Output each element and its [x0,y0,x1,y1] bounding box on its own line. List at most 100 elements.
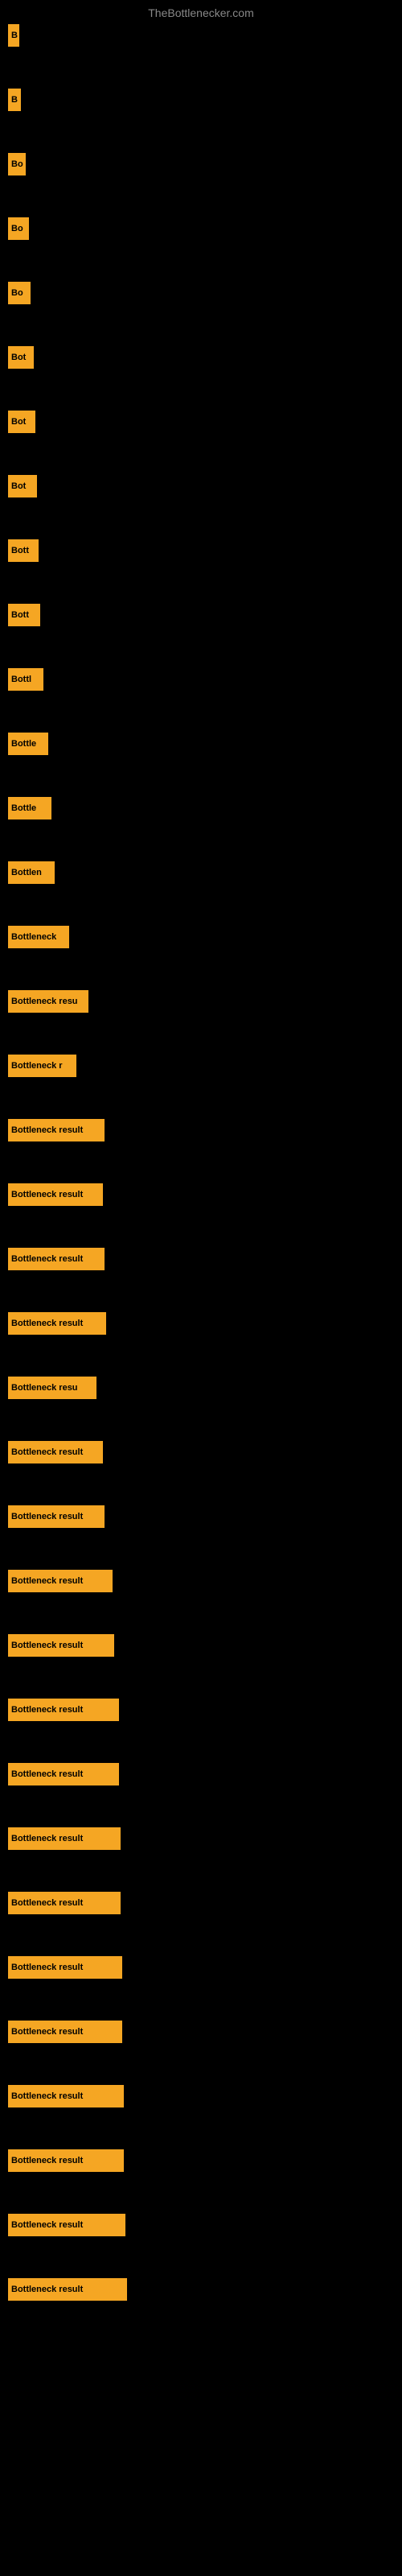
bar-row: B [8,89,394,111]
bar-label: Bottleneck result [11,2091,83,2101]
bar-row: Bottleneck result [8,1827,394,1850]
bar-label: Bottleneck result [11,1512,83,1521]
bar-label: Bottleneck [11,932,56,942]
bar-label: Bottleneck result [11,1963,83,1972]
bar-label: Bottleneck r [11,1061,63,1071]
bar-label: Bottle [11,803,36,813]
bar-row: Bottle [8,733,394,755]
bar-row: Bottleneck resu [8,990,394,1013]
bar-item: Bottleneck result [8,1634,114,1657]
bar-item: B [8,89,21,111]
bar-row: Bottleneck result [8,1119,394,1141]
bar-item: Bottleneck result [8,1827,121,1850]
bar-item: Bottleneck result [8,2214,125,2236]
bar-item: Bottle [8,797,51,819]
bar-item: Bottleneck result [8,1119,105,1141]
bar-row: B [8,24,394,47]
bar-item: Bott [8,604,40,626]
bar-item: Bot [8,346,34,369]
bar-label: Bo [11,288,23,298]
bar-row: Bottleneck result [8,2214,394,2236]
bar-label: Bot [11,417,26,427]
bars-container: B B Bo Bo Bo Bot Bot Bot Bott Bott Bottl Bottle Bott… [0,24,402,2343]
bar-row: Bottleneck result [8,1505,394,1528]
bar-row: Bottleneck result [8,1763,394,1785]
bar-row: Bott [8,539,394,562]
bar-item: Bo [8,282,31,304]
bar-item: Bottleneck r [8,1055,76,1077]
bar-item: Bottleneck result [8,1956,122,1979]
bar-item: Bottleneck result [8,1892,121,1914]
bar-label: B [11,95,18,105]
bar-item: Bottleneck result [8,1763,119,1785]
bar-item: Bo [8,217,29,240]
bar-row: Bot [8,346,394,369]
bar-label: Bot [11,481,26,491]
bar-row: Bottleneck resu [8,1377,394,1399]
bar-row: Bottleneck result [8,1570,394,1592]
bar-row: Bo [8,217,394,240]
bar-row: Bottleneck result [8,1183,394,1206]
bar-row: Bottlen [8,861,394,884]
bar-row: Bo [8,153,394,175]
bar-row: Bottleneck result [8,1892,394,1914]
bar-label: Bottleneck result [11,1319,83,1328]
bar-row: Bott [8,604,394,626]
bar-label: Bottleneck result [11,1447,83,1457]
bar-item: Bottlen [8,861,55,884]
bar-label: Bottleneck result [11,1125,83,1135]
bar-label: Bott [11,610,29,620]
bar-row: Bo [8,282,394,304]
bar-label: Bottleneck resu [11,997,78,1006]
bar-label: Bo [11,159,23,169]
bar-item: Bottleneck result [8,2149,124,2172]
bar-row: Bottleneck result [8,2085,394,2107]
bar-item: Bottleneck resu [8,1377,96,1399]
bar-item: Bottleneck [8,926,69,948]
bar-label: Bottl [11,675,31,684]
bar-row: Bottleneck r [8,1055,394,1077]
bar-label: Bot [11,353,26,362]
bar-item: Bot [8,411,35,433]
bar-row: Bot [8,411,394,433]
bar-row: Bottleneck [8,926,394,948]
bar-label: B [11,31,18,40]
bar-row: Bottleneck result [8,1634,394,1657]
bar-label: Bottleneck result [11,1834,83,1843]
bar-item: Bottleneck result [8,1505,105,1528]
bar-item: Bottleneck resu [8,990,88,1013]
bar-item: Bottle [8,733,48,755]
bar-item: Bottleneck result [8,1570,113,1592]
bar-row: Bottleneck result [8,1441,394,1463]
bar-row: Bottle [8,797,394,819]
bar-item: Bottl [8,668,43,691]
bar-row: Bottleneck result [8,2149,394,2172]
bar-item: Bottleneck result [8,2085,124,2107]
bar-label: Bott [11,546,29,555]
bar-row: Bottleneck result [8,1248,394,1270]
bar-item: Bottleneck result [8,1441,103,1463]
bar-row: Bot [8,475,394,497]
bar-item: Bot [8,475,37,497]
bar-label: Bottleneck resu [11,1383,78,1393]
bar-label: Bottle [11,739,36,749]
bar-row: Bottleneck result [8,2278,394,2301]
bar-row: Bottleneck result [8,2021,394,2043]
bar-label: Bottleneck result [11,1254,83,1264]
bar-label: Bottleneck result [11,1898,83,1908]
bar-label: Bottleneck result [11,1769,83,1779]
bar-label: Bottleneck result [11,2027,83,2037]
bar-label: Bottlen [11,868,42,877]
bar-item: Bottleneck result [8,1699,119,1721]
bar-label: Bottleneck result [11,2220,83,2230]
bar-label: Bottleneck result [11,2285,83,2294]
bar-label: Bottleneck result [11,2156,83,2165]
bar-item: Bottleneck result [8,1248,105,1270]
bar-item: Bottleneck result [8,2278,127,2301]
bar-item: Bo [8,153,26,175]
bar-item: Bottleneck result [8,2021,122,2043]
bar-item: Bottleneck result [8,1183,103,1206]
bar-label: Bottleneck result [11,1190,83,1199]
bar-label: Bottleneck result [11,1576,83,1586]
bar-label: Bo [11,224,23,233]
